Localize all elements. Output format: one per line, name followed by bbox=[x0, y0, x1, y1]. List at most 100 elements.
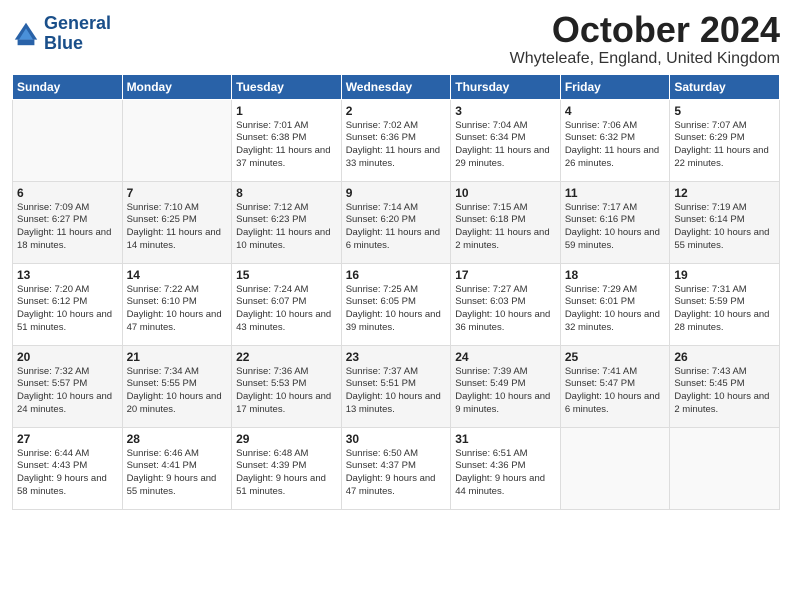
day-number: 25 bbox=[565, 350, 666, 364]
day-number: 23 bbox=[346, 350, 447, 364]
day-number: 9 bbox=[346, 186, 447, 200]
day-number: 1 bbox=[236, 104, 337, 118]
week-row-3: 20 Sunrise: 7:32 AM Sunset: 5:57 PM Dayli… bbox=[13, 345, 780, 427]
day-info: Sunrise: 7:19 AM Sunset: 6:14 PM Dayligh… bbox=[674, 202, 775, 253]
cell-0-4: 3 Sunrise: 7:04 AM Sunset: 6:34 PM Daylig… bbox=[451, 99, 561, 181]
cell-2-1: 14 Sunrise: 7:22 AM Sunset: 6:10 PM Dayli… bbox=[122, 263, 232, 345]
day-info: Sunrise: 7:15 AM Sunset: 6:18 PM Dayligh… bbox=[455, 202, 556, 253]
cell-4-4: 31Sunrise: 6:51 AM Sunset: 4:36 PM Dayli… bbox=[451, 427, 561, 509]
page: General Blue October 2024 Whyteleafe, En… bbox=[0, 0, 792, 612]
day-info: Sunrise: 7:22 AM Sunset: 6:10 PM Dayligh… bbox=[127, 284, 228, 335]
week-row-4: 27Sunrise: 6:44 AM Sunset: 4:43 PM Dayli… bbox=[13, 427, 780, 509]
col-monday: Monday bbox=[122, 74, 232, 99]
day-info: Sunrise: 7:24 AM Sunset: 6:07 PM Dayligh… bbox=[236, 284, 337, 335]
cell-3-0: 20 Sunrise: 7:32 AM Sunset: 5:57 PM Dayli… bbox=[13, 345, 123, 427]
logo-line2: Blue bbox=[44, 34, 111, 54]
day-info: Sunrise: 7:02 AM Sunset: 6:36 PM Dayligh… bbox=[346, 120, 447, 171]
cell-4-5 bbox=[560, 427, 670, 509]
col-thursday: Thursday bbox=[451, 74, 561, 99]
col-friday: Friday bbox=[560, 74, 670, 99]
day-number: 12 bbox=[674, 186, 775, 200]
day-number: 26 bbox=[674, 350, 775, 364]
cell-3-2: 22 Sunrise: 7:36 AM Sunset: 5:53 PM Dayli… bbox=[232, 345, 342, 427]
cell-2-6: 19Sunrise: 7:31 AM Sunset: 5:59 PM Dayli… bbox=[670, 263, 780, 345]
calendar-header: Sunday Monday Tuesday Wednesday Thursday… bbox=[13, 74, 780, 99]
cell-1-1: 7Sunrise: 7:10 AM Sunset: 6:25 PM Daylig… bbox=[122, 181, 232, 263]
cell-0-1 bbox=[122, 99, 232, 181]
day-number: 2 bbox=[346, 104, 447, 118]
cell-1-6: 12 Sunrise: 7:19 AM Sunset: 6:14 PM Dayli… bbox=[670, 181, 780, 263]
day-info: Sunrise: 6:44 AM Sunset: 4:43 PM Dayligh… bbox=[17, 448, 118, 499]
cell-1-4: 10 Sunrise: 7:15 AM Sunset: 6:18 PM Dayli… bbox=[451, 181, 561, 263]
cell-4-3: 30Sunrise: 6:50 AM Sunset: 4:37 PM Dayli… bbox=[341, 427, 451, 509]
day-info: Sunrise: 7:27 AM Sunset: 6:03 PM Dayligh… bbox=[455, 284, 556, 335]
col-sunday: Sunday bbox=[13, 74, 123, 99]
cell-1-2: 8 Sunrise: 7:12 AM Sunset: 6:23 PM Daylig… bbox=[232, 181, 342, 263]
day-info: Sunrise: 6:46 AM Sunset: 4:41 PM Dayligh… bbox=[127, 448, 228, 499]
day-number: 20 bbox=[17, 350, 118, 364]
month-title: October 2024 bbox=[510, 10, 780, 50]
day-info: Sunrise: 7:25 AM Sunset: 6:05 PM Dayligh… bbox=[346, 284, 447, 335]
cell-3-6: 26 Sunrise: 7:43 AM Sunset: 5:45 PM Dayli… bbox=[670, 345, 780, 427]
day-number: 7 bbox=[127, 186, 228, 200]
day-number: 22 bbox=[236, 350, 337, 364]
day-info: Sunrise: 7:20 AM Sunset: 6:12 PM Dayligh… bbox=[17, 284, 118, 335]
header: General Blue October 2024 Whyteleafe, En… bbox=[12, 10, 780, 68]
day-info: Sunrise: 7:36 AM Sunset: 5:53 PM Dayligh… bbox=[236, 366, 337, 417]
cell-2-0: 13 Sunrise: 7:20 AM Sunset: 6:12 PM Dayli… bbox=[13, 263, 123, 345]
day-number: 5 bbox=[674, 104, 775, 118]
cell-3-3: 23 Sunrise: 7:37 AM Sunset: 5:51 PM Dayli… bbox=[341, 345, 451, 427]
day-number: 14 bbox=[127, 268, 228, 282]
day-info: Sunrise: 7:37 AM Sunset: 5:51 PM Dayligh… bbox=[346, 366, 447, 417]
cell-3-1: 21Sunrise: 7:34 AM Sunset: 5:55 PM Dayli… bbox=[122, 345, 232, 427]
calendar-body: 1Sunrise: 7:01 AM Sunset: 6:38 PM Daylig… bbox=[13, 99, 780, 509]
day-info: Sunrise: 6:48 AM Sunset: 4:39 PM Dayligh… bbox=[236, 448, 337, 499]
day-info: Sunrise: 7:43 AM Sunset: 5:45 PM Dayligh… bbox=[674, 366, 775, 417]
cell-0-0 bbox=[13, 99, 123, 181]
day-info: Sunrise: 6:51 AM Sunset: 4:36 PM Dayligh… bbox=[455, 448, 556, 499]
logo: General Blue bbox=[12, 14, 111, 54]
day-number: 3 bbox=[455, 104, 556, 118]
cell-4-6 bbox=[670, 427, 780, 509]
day-number: 6 bbox=[17, 186, 118, 200]
cell-4-2: 29Sunrise: 6:48 AM Sunset: 4:39 PM Dayli… bbox=[232, 427, 342, 509]
day-info: Sunrise: 7:14 AM Sunset: 6:20 PM Dayligh… bbox=[346, 202, 447, 253]
cell-2-5: 18 Sunrise: 7:29 AM Sunset: 6:01 PM Dayli… bbox=[560, 263, 670, 345]
location: Whyteleafe, England, United Kingdom bbox=[510, 50, 780, 68]
cell-2-4: 17 Sunrise: 7:27 AM Sunset: 6:03 PM Dayli… bbox=[451, 263, 561, 345]
cell-3-5: 25 Sunrise: 7:41 AM Sunset: 5:47 PM Dayli… bbox=[560, 345, 670, 427]
day-info: Sunrise: 7:12 AM Sunset: 6:23 PM Dayligh… bbox=[236, 202, 337, 253]
day-number: 17 bbox=[455, 268, 556, 282]
day-number: 11 bbox=[565, 186, 666, 200]
day-info: Sunrise: 7:04 AM Sunset: 6:34 PM Dayligh… bbox=[455, 120, 556, 171]
day-number: 10 bbox=[455, 186, 556, 200]
day-number: 24 bbox=[455, 350, 556, 364]
cell-0-5: 4Sunrise: 7:06 AM Sunset: 6:32 PM Daylig… bbox=[560, 99, 670, 181]
day-info: Sunrise: 7:06 AM Sunset: 6:32 PM Dayligh… bbox=[565, 120, 666, 171]
cell-4-0: 27Sunrise: 6:44 AM Sunset: 4:43 PM Dayli… bbox=[13, 427, 123, 509]
day-info: Sunrise: 6:50 AM Sunset: 4:37 PM Dayligh… bbox=[346, 448, 447, 499]
logo-line1: General bbox=[44, 14, 111, 34]
day-number: 15 bbox=[236, 268, 337, 282]
cell-0-2: 1Sunrise: 7:01 AM Sunset: 6:38 PM Daylig… bbox=[232, 99, 342, 181]
header-row: Sunday Monday Tuesday Wednesday Thursday… bbox=[13, 74, 780, 99]
week-row-0: 1Sunrise: 7:01 AM Sunset: 6:38 PM Daylig… bbox=[13, 99, 780, 181]
day-number: 13 bbox=[17, 268, 118, 282]
day-info: Sunrise: 7:17 AM Sunset: 6:16 PM Dayligh… bbox=[565, 202, 666, 253]
calendar-table: Sunday Monday Tuesday Wednesday Thursday… bbox=[12, 74, 780, 510]
day-number: 18 bbox=[565, 268, 666, 282]
cell-0-3: 2 Sunrise: 7:02 AM Sunset: 6:36 PM Daylig… bbox=[341, 99, 451, 181]
title-block: October 2024 Whyteleafe, England, United… bbox=[510, 10, 780, 68]
cell-1-5: 11 Sunrise: 7:17 AM Sunset: 6:16 PM Dayli… bbox=[560, 181, 670, 263]
day-info: Sunrise: 7:41 AM Sunset: 5:47 PM Dayligh… bbox=[565, 366, 666, 417]
col-saturday: Saturday bbox=[670, 74, 780, 99]
day-number: 8 bbox=[236, 186, 337, 200]
day-number: 16 bbox=[346, 268, 447, 282]
day-info: Sunrise: 7:29 AM Sunset: 6:01 PM Dayligh… bbox=[565, 284, 666, 335]
cell-4-1: 28Sunrise: 6:46 AM Sunset: 4:41 PM Dayli… bbox=[122, 427, 232, 509]
col-tuesday: Tuesday bbox=[232, 74, 342, 99]
cell-2-2: 15 Sunrise: 7:24 AM Sunset: 6:07 PM Dayli… bbox=[232, 263, 342, 345]
cell-2-3: 16 Sunrise: 7:25 AM Sunset: 6:05 PM Dayli… bbox=[341, 263, 451, 345]
day-info: Sunrise: 7:34 AM Sunset: 5:55 PM Dayligh… bbox=[127, 366, 228, 417]
day-info: Sunrise: 7:32 AM Sunset: 5:57 PM Dayligh… bbox=[17, 366, 118, 417]
